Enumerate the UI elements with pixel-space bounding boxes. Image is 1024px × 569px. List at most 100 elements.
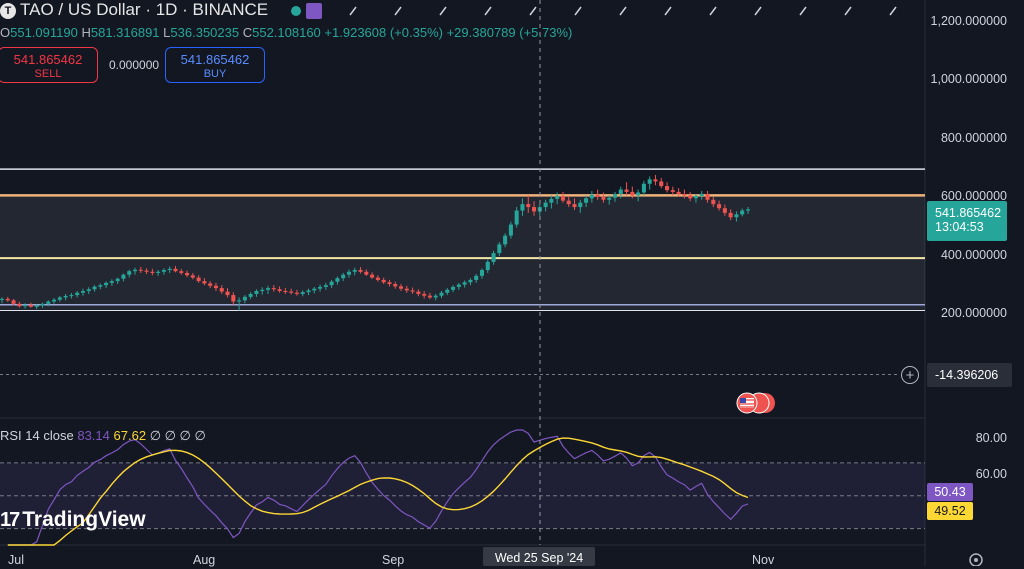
candle-body <box>144 270 149 272</box>
candle-body <box>335 278 340 282</box>
buy-button[interactable]: 541.865462 BUY <box>165 47 265 83</box>
settings-icon[interactable] <box>968 550 984 566</box>
tao-logo-icon: T <box>0 3 16 19</box>
tradingview-mark-icon: 17 <box>0 509 20 531</box>
candle-body <box>630 191 635 196</box>
candle-body <box>34 305 39 307</box>
candle-body <box>433 295 438 298</box>
change-readout: +1.923608 (+0.35%) <box>324 25 443 40</box>
candle-body <box>508 224 513 236</box>
price-axis-label: 200.000000 <box>940 306 1007 320</box>
candle-body <box>40 303 45 306</box>
candle-body <box>393 284 398 287</box>
line-tool-icon <box>709 6 717 16</box>
candle-body <box>265 288 271 290</box>
candle-body <box>641 183 646 193</box>
candle-body <box>665 186 670 191</box>
candle-body <box>491 253 496 262</box>
candle-body <box>717 204 722 209</box>
candle-body <box>121 274 126 279</box>
candle-body <box>294 292 299 294</box>
candle-body <box>589 194 594 199</box>
candle-body <box>520 204 525 211</box>
candle-body <box>11 300 16 304</box>
candle-body <box>607 197 612 200</box>
us-flag-event-icon[interactable] <box>736 392 776 414</box>
candle-body <box>427 295 432 298</box>
time-axis-label: Jul <box>8 553 24 567</box>
candle-body <box>312 288 317 291</box>
candle-body <box>242 296 247 301</box>
rsi-ma-value-tag: 49.52 <box>927 502 973 520</box>
candle-body <box>410 290 415 292</box>
candle-body <box>219 288 224 292</box>
tradingview-logo[interactable]: 17 TradingView <box>0 508 146 532</box>
candle-body <box>364 271 369 275</box>
rsi-axis-label: 80.00 <box>975 431 1007 445</box>
candle-body <box>601 196 606 200</box>
price-axis-label: 800.000000 <box>940 131 1007 145</box>
line-tool-icon <box>394 6 402 16</box>
candle-body <box>358 270 363 272</box>
candle-body <box>584 198 589 203</box>
change-readout-2: +29.380789 (+5.73%) <box>446 25 573 40</box>
line-tool-icon <box>349 6 357 16</box>
candle-body <box>711 199 716 205</box>
candle-body <box>514 210 519 225</box>
candle-body <box>156 271 161 273</box>
candle-body <box>595 194 600 197</box>
candle-body <box>474 275 479 280</box>
candle-body <box>346 271 352 275</box>
candle-body <box>69 295 74 297</box>
candle-body <box>734 214 739 218</box>
time-axis-label: Nov <box>752 553 775 567</box>
candle-body <box>254 291 259 294</box>
line-tool-icon <box>799 6 807 16</box>
current-price-tag: 541.865462 13:04:53 <box>927 201 1007 241</box>
candle-body <box>17 303 22 307</box>
candle-body <box>46 301 51 304</box>
drawing-toolbar[interactable] <box>290 3 940 19</box>
candle-body <box>75 292 80 296</box>
add-alert-plus-icon[interactable]: + <box>901 366 919 384</box>
candle-body <box>341 274 346 279</box>
crosshair-date-tag: Wed 25 Sep '24 <box>483 547 595 566</box>
candle-body <box>318 286 323 289</box>
candle-body <box>682 193 687 196</box>
rsi-legend[interactable]: RSI 14 close 83.14 67.62 ∅ ∅ ∅ ∅ <box>0 428 206 444</box>
spread-value: 0.000000 <box>109 58 160 72</box>
sell-button[interactable]: 541.865462 SELL <box>0 47 98 83</box>
candle-body <box>98 285 103 287</box>
candle-body <box>196 277 201 282</box>
candle-body <box>566 200 571 205</box>
symbol-title[interactable]: T TAO / US Dollar · 1D · BINANCE <box>0 0 268 20</box>
candle-body <box>439 292 444 296</box>
candle-body <box>202 281 207 284</box>
candle-body <box>115 278 120 282</box>
candle-body <box>468 279 473 283</box>
candle-body <box>277 289 282 292</box>
candle-body <box>173 268 178 272</box>
line-tool-icon <box>484 6 492 16</box>
candle-body <box>404 288 409 291</box>
chart-canvas[interactable] <box>0 0 1024 566</box>
candle-body <box>167 268 172 271</box>
candle-body <box>503 235 508 245</box>
candle-body <box>185 272 190 276</box>
candle-body <box>659 181 664 187</box>
candle-body <box>445 289 450 293</box>
candle-body <box>63 295 68 298</box>
candle-body <box>745 209 751 211</box>
candle-body <box>138 269 143 271</box>
candle-body <box>248 293 253 297</box>
candle-body <box>387 282 392 285</box>
candle-body <box>231 295 236 302</box>
candle-body <box>375 277 380 280</box>
candle-body <box>462 282 467 285</box>
price-axis-label: 1,200.000000 <box>930 14 1007 28</box>
candle-body <box>416 291 421 294</box>
range-shade <box>0 195 925 311</box>
candle-body <box>422 293 427 296</box>
candle-body <box>693 195 698 199</box>
candle-body <box>670 190 675 192</box>
